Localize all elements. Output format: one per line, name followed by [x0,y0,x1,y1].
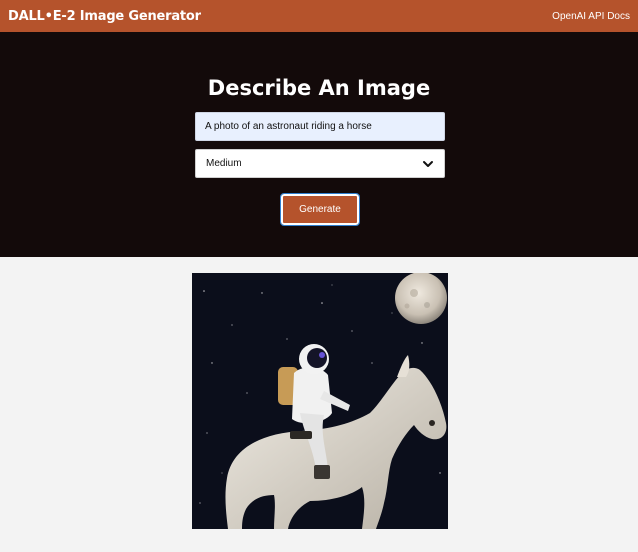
size-select-value: Medium [206,158,242,169]
top-navbar: DALL•E-2 Image Generator OpenAI API Docs [0,0,638,32]
chevron-down-icon [422,158,434,170]
app-logo-title[interactable]: DALL•E-2 Image Generator [8,9,201,24]
prompt-form-section: Describe An Image Medium Generate [0,32,638,257]
openai-api-docs-link[interactable]: OpenAI API Docs [552,11,630,22]
size-select[interactable]: Medium [195,149,445,178]
prompt-input[interactable] [195,112,445,141]
generated-image [192,273,448,529]
generate-button[interactable]: Generate [280,193,360,226]
page-title: Describe An Image [207,76,431,100]
